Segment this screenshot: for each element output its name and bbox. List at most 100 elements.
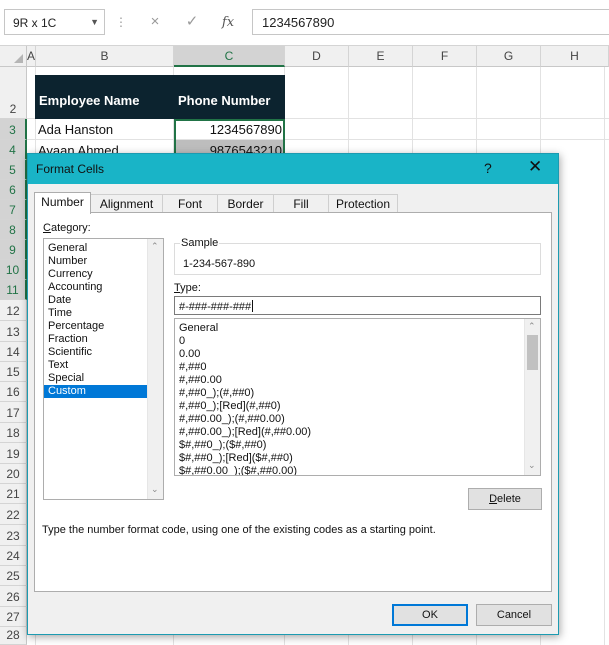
enter-entry-button[interactable]: ✓ xyxy=(176,10,208,34)
row-header-15[interactable]: 15 xyxy=(0,362,27,382)
row-header-23[interactable]: 23 xyxy=(0,525,27,546)
row-header-10[interactable]: 10 xyxy=(0,260,27,280)
tab-alignment[interactable]: Alignment xyxy=(90,194,163,213)
name-box[interactable]: 9R x 1C ▼ xyxy=(4,9,105,35)
row-header-9[interactable]: 9 xyxy=(0,240,27,260)
close-icon[interactable]: ✕ xyxy=(528,157,542,177)
format-item[interactable]: #,##0.00_);[Red](#,##0.00) xyxy=(179,426,311,439)
row-header-2[interactable]: 2 xyxy=(0,67,27,119)
category-item-date[interactable]: Date xyxy=(44,294,148,307)
insert-function-button[interactable]: fx xyxy=(212,10,244,34)
ok-button[interactable]: OK xyxy=(392,604,468,626)
row-header-26[interactable]: 26 xyxy=(0,586,27,607)
select-all-button[interactable] xyxy=(0,46,27,67)
format-item[interactable]: $#,##0.00_);($#,##0.00) xyxy=(179,465,297,475)
format-item[interactable]: $#,##0_);[Red]($#,##0) xyxy=(179,452,293,465)
category-item-custom[interactable]: Custom xyxy=(44,385,148,398)
type-input-value: #-###-###-### xyxy=(179,301,252,313)
format-item[interactable]: #,##0_);[Red](#,##0) xyxy=(179,400,281,413)
type-label: Type: xyxy=(174,282,201,294)
format-item[interactable]: 0 xyxy=(179,335,185,348)
tab-protection[interactable]: Protection xyxy=(328,194,398,213)
column-header-e[interactable]: E xyxy=(349,46,413,67)
column-header-h[interactable]: H xyxy=(541,46,609,67)
row-header-6[interactable]: 6 xyxy=(0,180,27,200)
scroll-down-icon[interactable]: ⌄ xyxy=(151,484,159,495)
category-item-scientific[interactable]: Scientific xyxy=(44,346,148,359)
column-header-d[interactable]: D xyxy=(285,46,349,67)
column-header-a[interactable]: A xyxy=(27,46,36,67)
row-header-14[interactable]: 14 xyxy=(0,342,27,362)
category-item-text[interactable]: Text xyxy=(44,359,148,372)
row-header-25[interactable]: 25 xyxy=(0,566,27,586)
cell-b3[interactable]: Ada Hanston xyxy=(36,122,173,139)
number-tab-panel: Category: General Number Currency Accoun… xyxy=(34,212,552,592)
tab-fill[interactable]: Fill xyxy=(273,194,329,213)
cell-b4[interactable]: Ayaan Ahmed xyxy=(36,143,173,153)
row-header-20[interactable]: 20 xyxy=(0,464,27,484)
chevron-down-icon[interactable]: ▼ xyxy=(90,17,99,27)
category-label: Category: xyxy=(43,222,91,234)
row-header-19[interactable]: 19 xyxy=(0,443,27,464)
help-icon[interactable]: ? xyxy=(484,160,492,176)
row-header-17[interactable]: 17 xyxy=(0,402,27,423)
format-item[interactable]: #,##0 xyxy=(179,361,207,374)
scroll-down-icon[interactable]: ⌄ xyxy=(528,460,536,471)
row-header-18[interactable]: 18 xyxy=(0,423,27,443)
category-list[interactable]: General Number Currency Accounting Date … xyxy=(43,238,164,500)
formula-input[interactable]: 1234567890 xyxy=(252,9,609,35)
format-item[interactable]: 0.00 xyxy=(179,348,200,361)
row-header-22[interactable]: 22 xyxy=(0,504,27,525)
format-item[interactable]: #,##0_);(#,##0) xyxy=(179,387,254,400)
dialog-title-bar[interactable]: Format Cells ? ✕ xyxy=(28,154,558,184)
row-header-11[interactable]: 11 xyxy=(0,280,27,300)
row-header-28[interactable]: 28 xyxy=(0,627,27,645)
column-header-g[interactable]: G xyxy=(477,46,541,67)
format-item[interactable]: $#,##0_);($#,##0) xyxy=(179,439,266,452)
scroll-thumb[interactable] xyxy=(527,335,538,370)
row-header-24[interactable]: 24 xyxy=(0,546,27,566)
category-scrollbar[interactable]: ⌃ ⌄ xyxy=(147,239,163,499)
category-item-fraction[interactable]: Fraction xyxy=(44,333,148,346)
header-employee-name[interactable]: Employee Name xyxy=(35,75,174,119)
tab-border[interactable]: Border xyxy=(217,194,274,213)
format-code-list[interactable]: General 0 0.00 #,##0 #,##0.00 #,##0_);(#… xyxy=(174,318,541,476)
gridline xyxy=(604,67,605,645)
row-header-5[interactable]: 5 xyxy=(0,160,27,180)
format-item[interactable]: General xyxy=(179,322,218,335)
cancel-entry-button[interactable]: × xyxy=(139,10,171,34)
format-list-scrollbar[interactable]: ⌃ ⌄ xyxy=(524,319,540,475)
row-header-21[interactable]: 21 xyxy=(0,484,27,504)
formula-value: 1234567890 xyxy=(262,15,335,30)
tab-font[interactable]: Font xyxy=(162,194,218,213)
type-input[interactable]: #-###-###-### xyxy=(174,296,541,315)
category-item-time[interactable]: Time xyxy=(44,307,148,320)
category-item-general[interactable]: General xyxy=(44,242,148,255)
column-header-c[interactable]: C xyxy=(174,46,285,67)
format-item[interactable]: #,##0.00 xyxy=(179,374,222,387)
row-header-12[interactable]: 12 xyxy=(0,300,27,321)
row-header-27[interactable]: 27 xyxy=(0,607,27,627)
column-header-b[interactable]: B xyxy=(36,46,174,67)
delete-button[interactable]: Delete xyxy=(468,488,542,510)
row-header-7[interactable]: 7 xyxy=(0,200,27,220)
category-item-number[interactable]: Number xyxy=(44,255,148,268)
row-header-8[interactable]: 8 xyxy=(0,220,27,240)
header-phone-number[interactable]: Phone Number xyxy=(174,75,285,119)
check-icon: ✓ xyxy=(185,13,199,30)
format-item[interactable]: #,##0.00_);(#,##0.00) xyxy=(179,413,285,426)
close-icon: × xyxy=(150,13,160,30)
column-header-f[interactable]: F xyxy=(413,46,477,67)
scroll-up-icon[interactable]: ⌃ xyxy=(151,241,159,252)
tab-number[interactable]: Number xyxy=(34,192,91,214)
category-item-special[interactable]: Special xyxy=(44,372,148,385)
scroll-up-icon[interactable]: ⌃ xyxy=(528,321,536,332)
category-item-percentage[interactable]: Percentage xyxy=(44,320,148,333)
row-header-16[interactable]: 16 xyxy=(0,382,27,402)
cancel-button[interactable]: Cancel xyxy=(476,604,552,626)
category-item-currency[interactable]: Currency xyxy=(44,268,148,281)
row-header-3[interactable]: 3 xyxy=(0,119,27,140)
row-header-13[interactable]: 13 xyxy=(0,321,27,342)
category-item-accounting[interactable]: Accounting xyxy=(44,281,148,294)
row-header-4[interactable]: 4 xyxy=(0,140,27,160)
